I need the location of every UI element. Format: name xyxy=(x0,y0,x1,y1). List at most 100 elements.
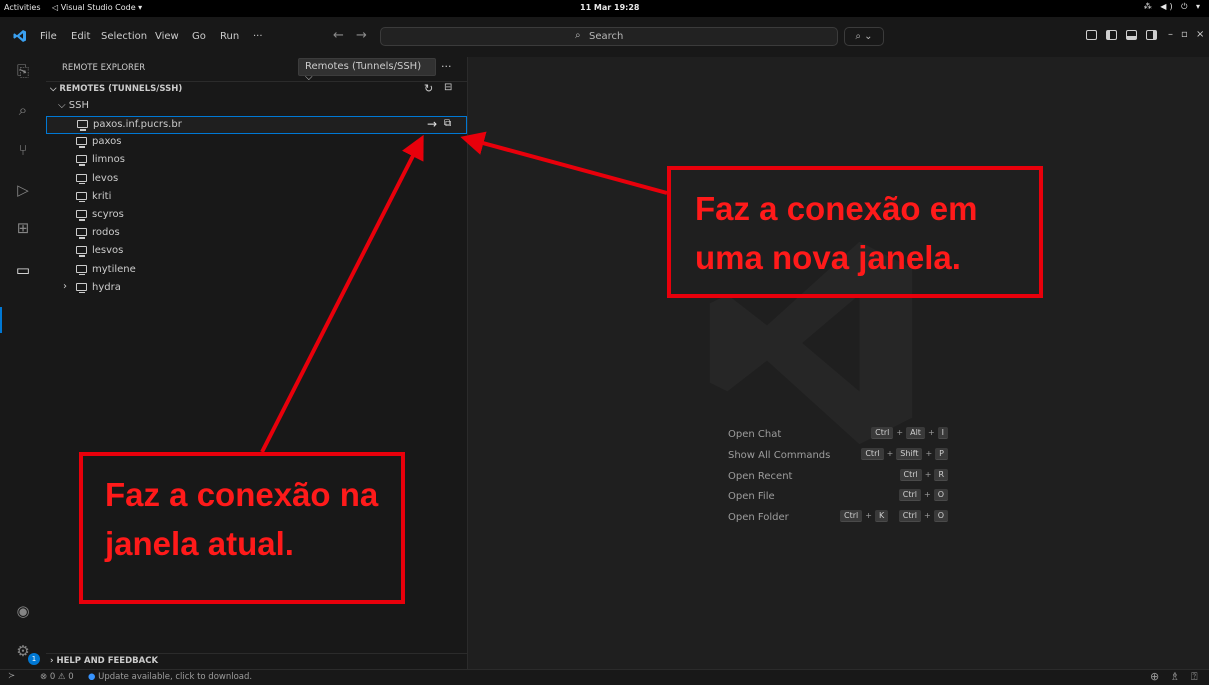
monitor-icon xyxy=(76,264,87,276)
ssh-host-row[interactable]: kriti xyxy=(46,189,467,207)
status-bar: ≻ ⊗ 0 ⚠ 0 ● Update available, click to d… xyxy=(0,669,1209,685)
ssh-host-row[interactable]: paxos.inf.pucrs.br → ⧉ xyxy=(46,116,467,134)
sidebar-title: REMOTE EXPLORER xyxy=(62,63,146,73)
activities-button[interactable]: Activities xyxy=(4,3,41,12)
shortcut-row[interactable]: Show All Commands Ctrl + Shift + P xyxy=(728,447,1008,465)
ssh-host-name: paxos.inf.pucrs.br xyxy=(93,119,182,130)
ssh-host-row[interactable]: › hydra xyxy=(46,280,467,298)
connect-new-window-icon[interactable]: ⧉ xyxy=(444,118,451,129)
update-text: Update available, click to download. xyxy=(98,672,253,682)
key-cap: O xyxy=(933,510,948,523)
shortcut-row[interactable]: Open Chat Ctrl + Alt + I xyxy=(728,426,1008,444)
shortcut-label: Open Recent xyxy=(728,470,793,482)
toggle-primary-sidebar-icon[interactable] xyxy=(1106,30,1117,40)
monitor-icon xyxy=(76,282,87,294)
key-cap: Ctrl xyxy=(898,510,921,523)
remote-indicator[interactable]: ≻ xyxy=(8,671,15,681)
key-cap: Ctrl xyxy=(840,510,863,523)
shortcut-label: Open Folder xyxy=(728,512,789,524)
active-indicator xyxy=(0,307,2,333)
connect-current-window-icon[interactable]: → xyxy=(427,117,437,131)
forward-arrow-icon[interactable]: → xyxy=(356,28,367,43)
shortcut-keys: Ctrl + R xyxy=(899,468,948,481)
back-arrow-icon[interactable]: ← xyxy=(333,28,344,43)
refresh-icon[interactable]: ↻ xyxy=(424,82,433,95)
menu-item[interactable]: Edit xyxy=(71,31,90,42)
menu-item[interactable]: Go xyxy=(192,31,206,42)
ssh-group-header[interactable]: ⌵ SSH xyxy=(46,98,467,115)
clock[interactable]: 11 Mar 19:28 xyxy=(580,3,639,12)
source-control-icon[interactable]: ⑂ xyxy=(14,141,32,159)
key-cap: K xyxy=(874,510,889,523)
customize-layout-icon[interactable] xyxy=(1086,30,1097,40)
monitor-icon xyxy=(76,246,87,257)
shortcut-row[interactable]: Open File Ctrl + O xyxy=(728,488,1008,506)
menu-item[interactable]: View xyxy=(155,31,179,42)
ssh-host-name: scyros xyxy=(92,209,124,220)
ssh-host-name: paxos xyxy=(92,136,122,148)
remotes-section-header[interactable]: ⌵ REMOTES (TUNNELS/SSH) ↻ ⊟ xyxy=(46,81,467,98)
copilot-status-icon[interactable]: ♗ xyxy=(1170,670,1180,683)
more-actions-icon[interactable]: ··· xyxy=(441,60,452,73)
accounts-icon[interactable]: ◉ xyxy=(14,602,32,620)
key-cap: Shift xyxy=(896,447,923,460)
shortcut-label: Open Chat xyxy=(728,429,782,440)
shortcut-keys: Ctrl + Shift + P xyxy=(861,447,948,460)
key-cap: P xyxy=(935,447,948,460)
ssh-host-name: hydra xyxy=(92,281,121,293)
monitor-icon xyxy=(76,191,87,203)
search-icon[interactable]: ⌕ xyxy=(14,101,32,119)
ssh-host-name: mytilene xyxy=(92,263,136,275)
monitor-icon xyxy=(76,137,87,148)
monitor-icon xyxy=(77,120,88,131)
run-debug-icon[interactable]: ▷ xyxy=(14,181,32,199)
help-feedback-header[interactable]: › HELP AND FEEDBACK xyxy=(46,653,467,670)
ssh-host-row[interactable]: paxos xyxy=(46,134,467,152)
zoom-icon[interactable]: ⊕ xyxy=(1150,670,1159,683)
update-notification[interactable]: ● Update available, click to download. xyxy=(88,672,252,682)
remote-type-select[interactable]: Remotes (Tunnels/SSH) ⌵ xyxy=(298,58,436,83)
menu-item[interactable]: Selection xyxy=(101,31,147,42)
shortcut-keys: Ctrl + K Ctrl + O xyxy=(840,510,948,523)
copilot-button[interactable]: ⌕ ⌄ xyxy=(844,27,884,46)
restore-icon[interactable]: ▫ xyxy=(1181,29,1188,40)
explorer-files-icon[interactable]: ⎘ xyxy=(14,62,32,80)
update-badge: 1 xyxy=(28,653,40,665)
key-cap: I xyxy=(937,427,948,439)
ssh-host-row[interactable]: mytilene xyxy=(46,262,467,280)
menu-item[interactable]: ··· xyxy=(253,31,263,42)
close-icon[interactable]: × xyxy=(1196,29,1204,40)
monitor-icon xyxy=(76,228,87,239)
app-menu[interactable]: ◁ Visual Studio Code ▾ xyxy=(52,3,142,12)
extensions-icon[interactable]: ⊞ xyxy=(14,219,32,237)
ssh-host-name: rodos xyxy=(92,227,120,239)
ssh-host-row[interactable]: levos xyxy=(46,171,467,189)
shortcut-label: Show All Commands xyxy=(728,449,831,461)
shortcut-row[interactable]: Open Folder Ctrl + K Ctrl + O xyxy=(728,509,1008,527)
ssh-host-name: levos xyxy=(92,172,119,184)
monitor-icon xyxy=(76,210,87,221)
ssh-host-row[interactable]: scyros xyxy=(46,207,467,225)
ssh-host-row[interactable]: rodos xyxy=(46,225,467,243)
shortcut-keys: Ctrl + Alt + I xyxy=(871,427,948,439)
notifications-bell-icon[interactable]: ⍰ xyxy=(1191,670,1198,684)
ssh-host-row[interactable]: limnos xyxy=(46,152,467,170)
shortcut-row[interactable]: Open Recent Ctrl + R xyxy=(728,468,1008,486)
ssh-host-row[interactable]: lesvos xyxy=(46,243,467,261)
menu-item[interactable]: File xyxy=(40,31,57,42)
key-cap: Ctrl xyxy=(899,468,922,481)
toggle-panel-icon[interactable] xyxy=(1126,30,1137,40)
ssh-host-name: lesvos xyxy=(92,245,124,257)
system-tray[interactable]: ⁂ ◀) ⏻ ▾ xyxy=(1144,2,1203,12)
system-top-bar: Activities ◁ Visual Studio Code ▾ 11 Mar… xyxy=(0,0,1209,17)
collapse-all-icon[interactable]: ⊟ xyxy=(444,82,452,93)
toggle-secondary-sidebar-icon[interactable] xyxy=(1146,30,1157,40)
menu-item[interactable]: Run xyxy=(220,31,239,42)
remote-explorer-icon[interactable]: ▭ xyxy=(14,261,32,279)
key-cap: O xyxy=(933,489,948,502)
command-center-search[interactable]: ⌕ Search xyxy=(380,27,838,46)
key-cap: R xyxy=(934,468,948,481)
minimize-icon[interactable]: – xyxy=(1168,29,1173,40)
chevron-right-icon[interactable]: › xyxy=(63,281,67,292)
problems-indicator[interactable]: ⊗ 0 ⚠ 0 xyxy=(40,672,74,682)
